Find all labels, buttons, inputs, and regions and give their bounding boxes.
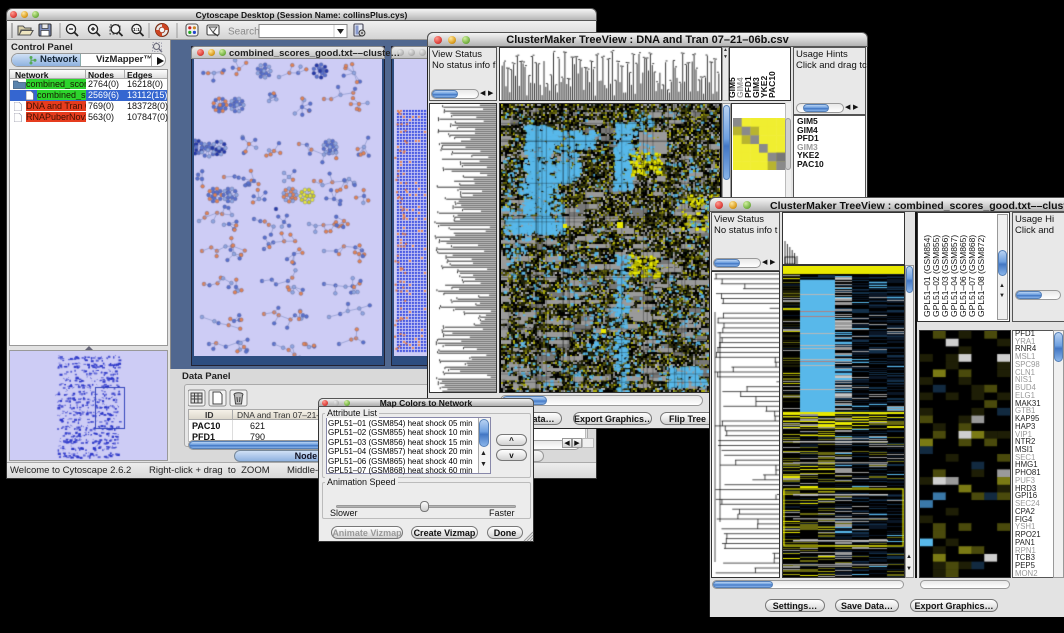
svg-text:1:1: 1:1: [133, 27, 140, 33]
svg-text:Search:: Search:: [228, 27, 262, 38]
